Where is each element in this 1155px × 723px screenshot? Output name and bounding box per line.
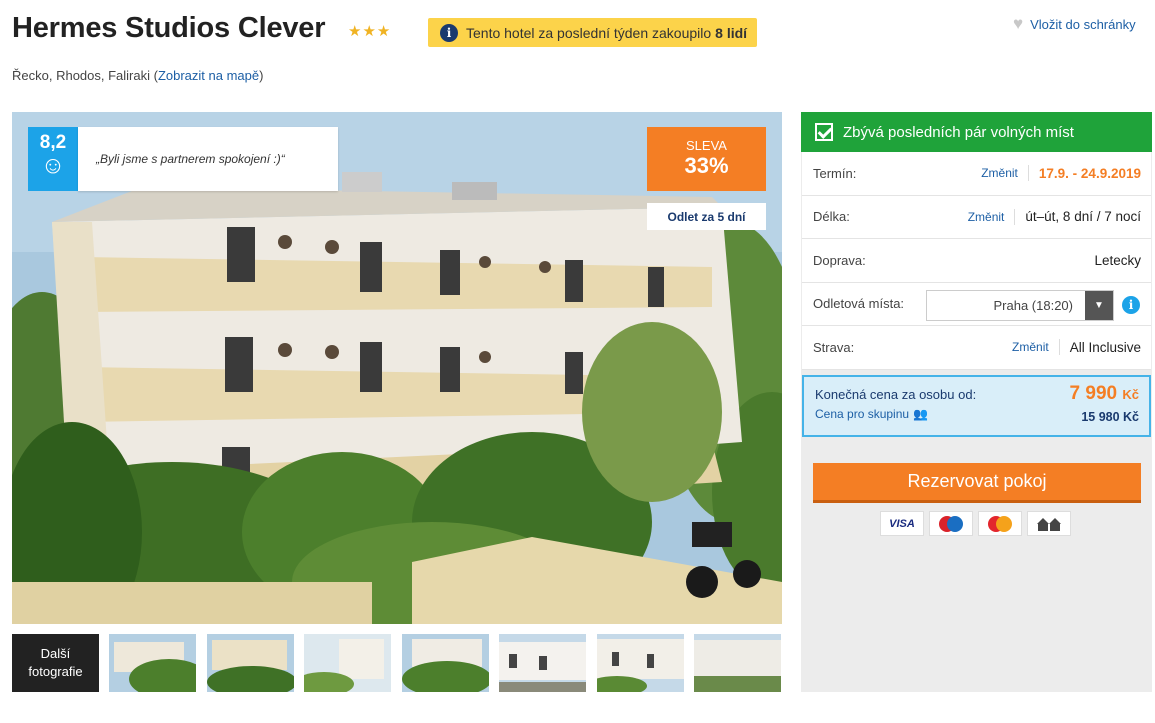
thumbnail[interactable] [402, 634, 489, 692]
sale-label: SLEVA [686, 138, 727, 153]
hotel-title: Hermes Studios Clever [12, 12, 326, 44]
length-value: út–út, 8 dní / 7 nocí [1025, 209, 1141, 225]
departure-row: Odletová místa: Praha (18:20) ▼ i [802, 283, 1151, 326]
group-price-value: 15 980 Kč [1081, 410, 1139, 424]
term-value: 17.9. - 24.9.2019 [1038, 165, 1141, 181]
thumbnail[interactable] [304, 634, 391, 692]
availability-banner: Zbývá posledních pár volných míst [801, 112, 1152, 152]
more-photos-button[interactable]: Další fotografie [12, 634, 99, 692]
promo-text: Tento hotel za poslední týden zakoupilo [466, 24, 712, 41]
divider [1027, 165, 1029, 182]
change-term-link[interactable]: Změnit [981, 166, 1028, 180]
hotel-location: Řecko, Rhodos, Faliraki (Zobrazit na map… [12, 68, 263, 83]
more-photos-line2: fotografie [28, 664, 83, 679]
length-row: Délka: Změnit út–út, 8 dní / 7 nocí [802, 196, 1151, 239]
price-currency: Kč [1122, 387, 1139, 402]
thumbnail-strip: Další fotografie [12, 634, 782, 692]
checkbox-icon [815, 123, 833, 141]
wishlist-button[interactable]: ♥ Vložit do schránky [1013, 14, 1136, 34]
booking-panel: Zbývá posledních pár volných míst Termín… [801, 112, 1152, 692]
price-box: Konečná cena za osobu od: Cena pro skupi… [802, 375, 1151, 437]
price-amount: 7 990 [1069, 383, 1118, 404]
change-board-link[interactable]: Změnit [1012, 340, 1059, 354]
divider [1014, 208, 1016, 225]
availability-text: Zbývá posledních pár volných míst [843, 123, 1074, 141]
board-label: Strava: [813, 339, 855, 355]
star-rating: ★★★ [348, 23, 392, 40]
board-value: All Inclusive [1069, 339, 1141, 355]
info-icon: i [440, 23, 458, 42]
heart-icon: ♥ [1013, 14, 1024, 33]
departure-select[interactable]: Praha (18:20) ▼ [926, 289, 1114, 321]
location-text: Řecko, Rhodos, Faliraki ( [12, 68, 158, 83]
price-value: 7 990 Kč [1070, 383, 1139, 405]
board-row: Strava: Změnit All Inclusive [802, 326, 1151, 370]
change-length-link[interactable]: Změnit [968, 210, 1015, 224]
book-room-button[interactable]: Rezervovat pokoj [813, 463, 1141, 503]
rating-badge: 8,2 ☺ [28, 127, 78, 191]
thumbnail[interactable] [597, 634, 684, 692]
term-label: Termín: [813, 165, 857, 181]
sale-badge: SLEVA 33% [647, 127, 766, 191]
transport-row: Doprava: Letecky [802, 239, 1151, 283]
visa-icon: VISA [880, 511, 924, 536]
departure-badge: Odlet za 5 dní [647, 203, 766, 230]
length-label: Délka: [813, 209, 850, 225]
payment-methods: VISA [880, 511, 1071, 536]
bank-icon [1027, 511, 1071, 536]
term-row: Termín: Změnit 17.9. - 24.9.2019 [802, 152, 1151, 196]
price-label: Konečná cena za osobu od: [815, 387, 977, 402]
booking-options: Termín: Změnit 17.9. - 24.9.2019 Délka: … [802, 152, 1151, 370]
promo-count: 8 lidí [715, 24, 748, 41]
location-suffix: ) [259, 68, 264, 83]
sale-value: 33% [684, 153, 729, 178]
thumbnail[interactable] [207, 634, 294, 692]
map-link[interactable]: Zobrazit na mapě [158, 68, 259, 83]
review-quote: „Byli jsme s partnerem spokojení :)“ [78, 127, 338, 191]
mastercard-icon [978, 511, 1022, 536]
wishlist-label: Vložit do schránky [1030, 16, 1136, 32]
thumbnail[interactable] [499, 634, 586, 692]
thumbnail[interactable] [109, 634, 196, 692]
promo-banner: i Tento hotel za poslední týden zakoupil… [428, 18, 757, 47]
transport-label: Doprava: [813, 252, 866, 268]
divider [1058, 339, 1060, 356]
departure-selected: Praha (18:20) [993, 297, 1074, 313]
people-icon: 👥 [913, 407, 929, 421]
group-price-link[interactable]: Cena pro skupinu 👥 [815, 407, 928, 421]
more-photos-line1: Další [40, 646, 71, 661]
smiley-icon: ☺ [40, 152, 66, 179]
transport-value: Letecky [1094, 252, 1141, 268]
thumbnail[interactable] [694, 634, 781, 692]
rating-score: 8,2 [39, 132, 67, 153]
group-price-label: Cena pro skupinu [815, 407, 910, 421]
maestro-icon [929, 511, 973, 536]
info-icon[interactable]: i [1122, 295, 1140, 314]
chevron-down-icon[interactable]: ▼ [1085, 290, 1113, 320]
